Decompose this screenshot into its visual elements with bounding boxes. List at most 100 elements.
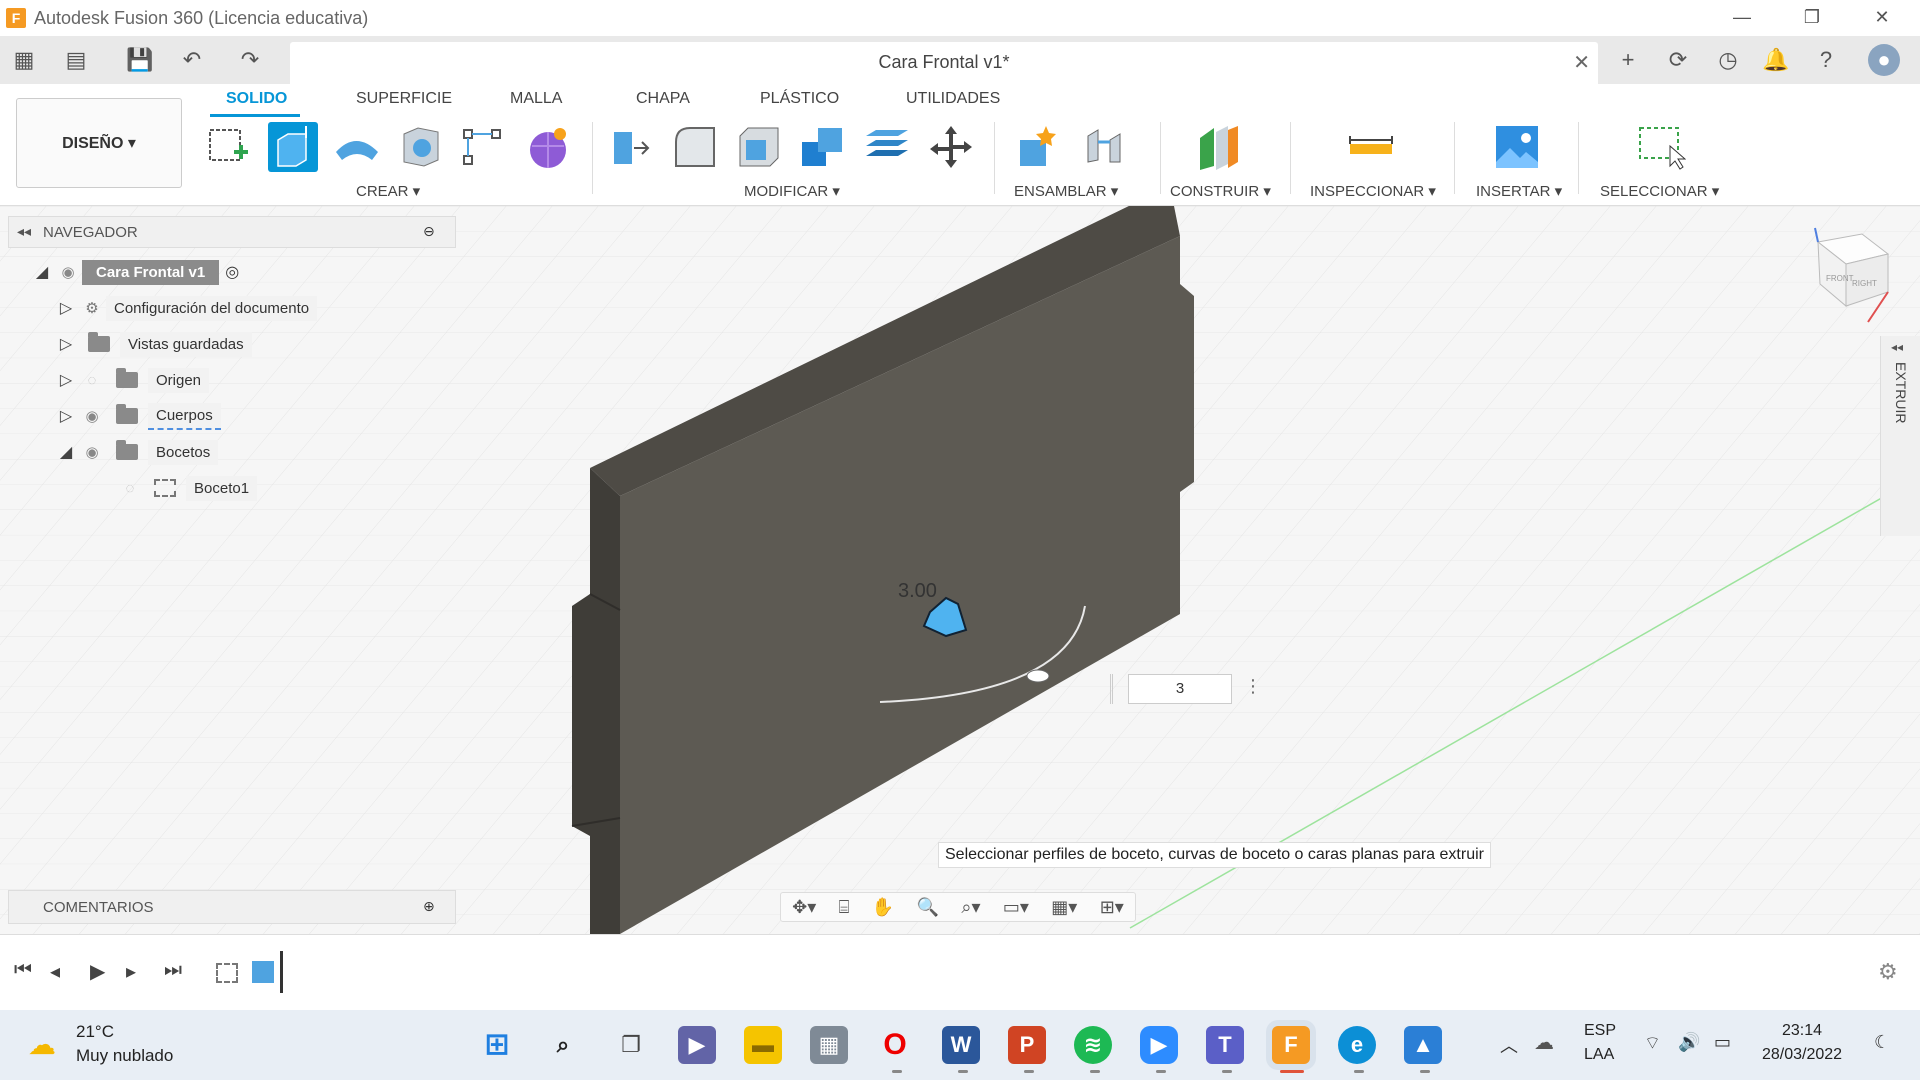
close-tab-icon[interactable]: ✕ <box>1573 50 1590 75</box>
teams-icon[interactable]: T <box>1206 1026 1244 1064</box>
extrude-distance-input[interactable]: 3 <box>1128 674 1232 704</box>
tab-malla[interactable]: MALLA <box>510 90 562 108</box>
expand-triangle-icon[interactable]: ◢ <box>30 262 54 282</box>
more-options-icon[interactable]: ⋮ <box>1244 676 1262 697</box>
start-icon[interactable]: ⊞ <box>478 1026 516 1064</box>
look-at-icon[interactable]: ⌸ <box>839 897 850 918</box>
timeline-forward-icon[interactable]: ▸ <box>126 959 136 984</box>
weather-icon[interactable]: ☁ <box>28 1028 56 1061</box>
zoom-app-icon[interactable]: ▶ <box>1140 1026 1178 1064</box>
pattern-icon[interactable] <box>458 122 508 172</box>
app-grid-icon[interactable]: ▦ <box>8 44 40 76</box>
new-component-icon[interactable] <box>1014 122 1064 172</box>
photos-icon[interactable]: ▲ <box>1404 1026 1442 1064</box>
zoom-icon[interactable]: 🔍 <box>917 897 939 918</box>
nav-item[interactable]: ▷ Vistas guardadas <box>54 329 252 359</box>
job-status-icon[interactable]: ◷ <box>1712 44 1744 76</box>
language-code[interactable]: ESP <box>1584 1022 1616 1040</box>
tab-utilidades[interactable]: UTILIDADES <box>906 90 1000 108</box>
orbit-icon[interactable]: ✥▾ <box>792 897 816 918</box>
notifications-icon[interactable]: 🔔 <box>1760 44 1792 76</box>
tab-chapa[interactable]: CHAPA <box>636 90 690 108</box>
word-icon[interactable]: W <box>942 1026 980 1064</box>
tab-plastico[interactable]: PLÁSTICO <box>760 90 839 108</box>
timeline-first-icon[interactable]: ⏮ <box>14 959 32 982</box>
revolve-icon[interactable] <box>332 122 382 172</box>
fillet-icon[interactable] <box>670 122 720 172</box>
input-drag-handle[interactable] <box>1110 674 1124 704</box>
timeline-last-icon[interactable]: ⏭ <box>164 959 182 982</box>
clock-date[interactable]: 28/03/2022 <box>1762 1046 1842 1064</box>
press-pull-icon[interactable] <box>606 122 656 172</box>
comments-panel[interactable]: COMENTARIOS ⊕ <box>8 890 456 924</box>
help-icon[interactable]: ? <box>1810 44 1842 76</box>
restore-button[interactable]: ❐ <box>1782 0 1842 36</box>
construct-plane-icon[interactable] <box>1194 122 1244 172</box>
weather-desc[interactable]: Muy nublado <box>76 1046 173 1066</box>
notification-center-icon[interactable]: ☾ <box>1874 1032 1890 1053</box>
search-icon[interactable]: ⌕ <box>544 1026 582 1064</box>
battery-icon[interactable]: ▭ <box>1714 1032 1731 1053</box>
add-comment-icon[interactable]: ⊕ <box>423 898 435 915</box>
workspace-switcher[interactable]: DISEÑO ▾ <box>16 98 182 188</box>
clock-time[interactable]: 23:14 <box>1782 1022 1822 1040</box>
visibility-eye-icon[interactable]: ◉ <box>78 443 106 461</box>
display-settings-icon[interactable]: ▭▾ <box>1003 897 1029 918</box>
viewports-icon[interactable]: ⊞▾ <box>1100 897 1124 918</box>
expand-triangle-icon[interactable]: ▷ <box>54 334 78 354</box>
hole-icon[interactable] <box>396 122 446 172</box>
group-ensamblar[interactable]: ENSAMBLAR ▾ <box>1014 182 1118 200</box>
expand-triangle-icon[interactable]: ▷ <box>54 406 78 426</box>
group-seleccionar[interactable]: SELECCIONAR ▾ <box>1600 182 1719 200</box>
minimize-button[interactable]: — <box>1712 0 1772 36</box>
save-icon[interactable]: 💾 <box>124 44 156 76</box>
collapse-triangle-icon[interactable]: ◢ <box>54 442 78 462</box>
chat-icon[interactable]: ▶ <box>678 1026 716 1064</box>
powerpoint-icon[interactable]: P <box>1008 1026 1046 1064</box>
group-inspeccionar[interactable]: INSPECCIONAR ▾ <box>1310 182 1436 200</box>
group-crear[interactable]: CREAR ▾ <box>356 182 420 200</box>
extensions-icon[interactable]: ⟳ <box>1662 44 1694 76</box>
measure-icon[interactable] <box>1346 122 1396 172</box>
edge-icon[interactable]: e <box>1338 1026 1376 1064</box>
arc-handle[interactable] <box>1026 669 1050 683</box>
opera-icon[interactable]: O <box>876 1026 914 1064</box>
grid-settings-icon[interactable]: ▦▾ <box>1051 897 1077 918</box>
tab-solido[interactable]: SOLIDO <box>226 90 287 108</box>
expand-panel-icon[interactable]: ◂◂ <box>1891 340 1903 354</box>
browser-navigator-header[interactable]: ◂◂ NAVEGADOR ⊖ <box>8 216 456 248</box>
timeline-extrude-feature[interactable] <box>252 961 274 983</box>
close-window-button[interactable]: ✕ <box>1852 0 1912 36</box>
nav-item[interactable]: ▷ ◉ Cuerpos <box>54 401 221 431</box>
visibility-eye-icon[interactable]: ◉ <box>54 263 82 281</box>
timeline-play-icon[interactable]: ▶ <box>90 959 105 984</box>
group-modificar[interactable]: MODIFICAR ▾ <box>744 182 840 200</box>
hidden-eye-icon[interactable]: ◌ <box>116 480 144 497</box>
nav-item[interactable]: ◌ Boceto1 <box>116 473 258 503</box>
combine-icon[interactable] <box>798 122 848 172</box>
nav-root-row[interactable]: ◢ ◉ Cara Frontal v1 ◎ <box>30 257 239 287</box>
group-insertar[interactable]: INSERTAR ▾ <box>1476 182 1562 200</box>
nav-item[interactable]: ▷ ⚙ Configuración del documento <box>54 293 318 323</box>
zoom-window-icon[interactable]: ⌕▾ <box>961 897 980 918</box>
redo-icon[interactable]: ↷ <box>234 44 266 76</box>
file-menu-icon[interactable]: ▤ <box>60 44 92 76</box>
timeline-marker[interactable] <box>280 951 283 993</box>
create-sketch-icon[interactable] <box>204 122 254 172</box>
volume-icon[interactable]: 🔊 <box>1678 1032 1700 1053</box>
form-icon[interactable] <box>522 122 572 172</box>
pan-icon[interactable]: ✋ <box>872 897 894 918</box>
expand-triangle-icon[interactable]: ▷ <box>54 298 78 318</box>
tab-superficie[interactable]: SUPERFICIE <box>356 90 452 108</box>
user-avatar[interactable]: ● <box>1868 44 1900 76</box>
nav-item[interactable]: ▷ ◌ Origen <box>54 365 210 395</box>
activate-component-icon[interactable]: ◎ <box>225 262 239 282</box>
visibility-eye-icon[interactable]: ◉ <box>78 407 106 425</box>
navigator-minimize-icon[interactable]: ⊖ <box>423 223 435 240</box>
hidden-eye-icon[interactable]: ◌ <box>78 372 106 389</box>
new-tab-icon[interactable]: + <box>1612 44 1644 76</box>
timeline-back-icon[interactable]: ◂ <box>50 959 60 984</box>
group-construir[interactable]: CONSTRUIR ▾ <box>1170 182 1271 200</box>
document-tab[interactable]: Cara Frontal v1* ✕ <box>290 42 1598 84</box>
select-window-icon[interactable] <box>1636 122 1686 172</box>
